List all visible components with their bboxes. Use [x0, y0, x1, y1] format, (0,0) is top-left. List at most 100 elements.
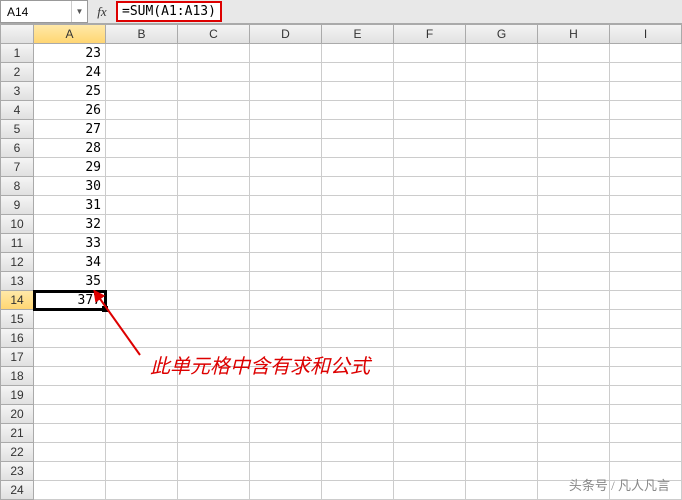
cell-H9[interactable] [538, 196, 610, 215]
cell-B7[interactable] [106, 158, 178, 177]
cell-G24[interactable] [466, 481, 538, 500]
cell-B17[interactable] [106, 348, 178, 367]
row-header-14[interactable]: 14 [0, 291, 34, 310]
cell-B14[interactable] [106, 291, 178, 310]
column-header-A[interactable]: A [34, 24, 106, 44]
cell-B6[interactable] [106, 139, 178, 158]
cell-H20[interactable] [538, 405, 610, 424]
cell-B12[interactable] [106, 253, 178, 272]
cell-A18[interactable] [34, 367, 106, 386]
cell-A17[interactable] [34, 348, 106, 367]
cell-D17[interactable] [250, 348, 322, 367]
cell-A9[interactable]: 31 [34, 196, 106, 215]
cell-C24[interactable] [178, 481, 250, 500]
cell-C8[interactable] [178, 177, 250, 196]
cell-A10[interactable]: 32 [34, 215, 106, 234]
cell-D15[interactable] [250, 310, 322, 329]
cell-G1[interactable] [466, 44, 538, 63]
column-header-G[interactable]: G [466, 24, 538, 44]
cell-B2[interactable] [106, 63, 178, 82]
cell-G12[interactable] [466, 253, 538, 272]
cell-E12[interactable] [322, 253, 394, 272]
cell-B22[interactable] [106, 443, 178, 462]
fill-handle[interactable] [102, 306, 108, 312]
cell-C3[interactable] [178, 82, 250, 101]
cell-F21[interactable] [394, 424, 466, 443]
row-header-16[interactable]: 16 [0, 329, 34, 348]
cell-I22[interactable] [610, 443, 682, 462]
cell-C1[interactable] [178, 44, 250, 63]
cell-H2[interactable] [538, 63, 610, 82]
cell-B11[interactable] [106, 234, 178, 253]
cell-A7[interactable]: 29 [34, 158, 106, 177]
cell-E22[interactable] [322, 443, 394, 462]
cell-E15[interactable] [322, 310, 394, 329]
cell-E5[interactable] [322, 120, 394, 139]
cell-I18[interactable] [610, 367, 682, 386]
cell-A5[interactable]: 27 [34, 120, 106, 139]
cell-C13[interactable] [178, 272, 250, 291]
cell-G19[interactable] [466, 386, 538, 405]
cell-B16[interactable] [106, 329, 178, 348]
cell-G16[interactable] [466, 329, 538, 348]
cell-A14[interactable]: 377 [34, 291, 106, 310]
cell-B1[interactable] [106, 44, 178, 63]
cell-F17[interactable] [394, 348, 466, 367]
cell-F24[interactable] [394, 481, 466, 500]
cell-I14[interactable] [610, 291, 682, 310]
select-all-corner[interactable] [0, 24, 34, 44]
cell-F22[interactable] [394, 443, 466, 462]
row-header-13[interactable]: 13 [0, 272, 34, 291]
cell-I15[interactable] [610, 310, 682, 329]
row-header-15[interactable]: 15 [0, 310, 34, 329]
cell-D1[interactable] [250, 44, 322, 63]
cell-F7[interactable] [394, 158, 466, 177]
cell-G10[interactable] [466, 215, 538, 234]
row-header-22[interactable]: 22 [0, 443, 34, 462]
cell-E7[interactable] [322, 158, 394, 177]
cell-F16[interactable] [394, 329, 466, 348]
cell-F1[interactable] [394, 44, 466, 63]
cell-E2[interactable] [322, 63, 394, 82]
cell-E1[interactable] [322, 44, 394, 63]
cell-G23[interactable] [466, 462, 538, 481]
cell-H18[interactable] [538, 367, 610, 386]
cell-H6[interactable] [538, 139, 610, 158]
row-header-7[interactable]: 7 [0, 158, 34, 177]
cell-I19[interactable] [610, 386, 682, 405]
cell-C7[interactable] [178, 158, 250, 177]
cell-I13[interactable] [610, 272, 682, 291]
cell-D13[interactable] [250, 272, 322, 291]
column-header-B[interactable]: B [106, 24, 178, 44]
cell-H21[interactable] [538, 424, 610, 443]
cell-H19[interactable] [538, 386, 610, 405]
cell-E24[interactable] [322, 481, 394, 500]
cell-D4[interactable] [250, 101, 322, 120]
formula-input[interactable]: =SUM(A1:A13) [116, 1, 222, 22]
row-header-24[interactable]: 24 [0, 481, 34, 500]
cell-D8[interactable] [250, 177, 322, 196]
cell-A11[interactable]: 33 [34, 234, 106, 253]
cell-A3[interactable]: 25 [34, 82, 106, 101]
cell-H7[interactable] [538, 158, 610, 177]
cell-G21[interactable] [466, 424, 538, 443]
cell-D14[interactable] [250, 291, 322, 310]
cell-A15[interactable] [34, 310, 106, 329]
cell-G4[interactable] [466, 101, 538, 120]
cell-F9[interactable] [394, 196, 466, 215]
cell-G3[interactable] [466, 82, 538, 101]
cell-A23[interactable] [34, 462, 106, 481]
row-header-20[interactable]: 20 [0, 405, 34, 424]
cell-F23[interactable] [394, 462, 466, 481]
cell-I11[interactable] [610, 234, 682, 253]
column-header-C[interactable]: C [178, 24, 250, 44]
row-header-17[interactable]: 17 [0, 348, 34, 367]
cell-I4[interactable] [610, 101, 682, 120]
cell-A22[interactable] [34, 443, 106, 462]
cell-I10[interactable] [610, 215, 682, 234]
cell-C14[interactable] [178, 291, 250, 310]
cell-B19[interactable] [106, 386, 178, 405]
cell-F2[interactable] [394, 63, 466, 82]
cell-D19[interactable] [250, 386, 322, 405]
cell-H17[interactable] [538, 348, 610, 367]
